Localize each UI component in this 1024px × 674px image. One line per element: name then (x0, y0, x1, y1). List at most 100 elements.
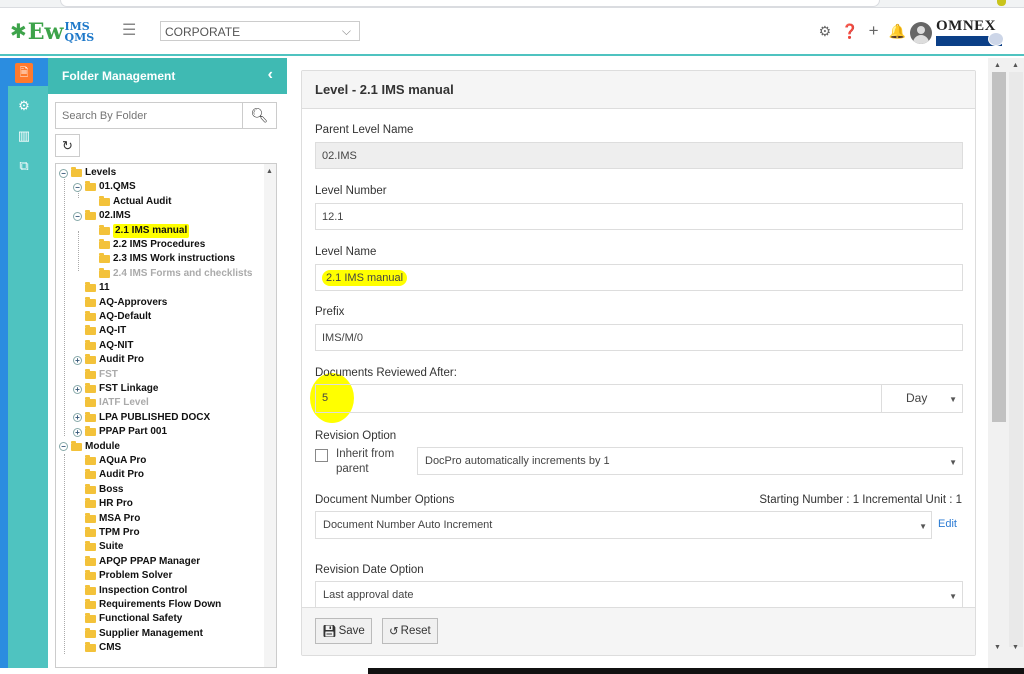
tree-item[interactable]: + FST Linkage (73, 382, 158, 396)
expand-toggle-icon[interactable]: + (73, 355, 82, 365)
tree-item[interactable]: Boss (85, 483, 123, 497)
reviewed-after-field[interactable]: 5 (315, 384, 963, 413)
tree-item[interactable]: Actual Audit (99, 195, 172, 209)
tree-item[interactable]: HR Pro (85, 497, 133, 511)
collapse-toggle-icon[interactable]: − (73, 211, 82, 221)
plus-icon[interactable]: + (869, 21, 879, 41)
tree-item[interactable]: Requirements Flow Down (85, 598, 221, 612)
save-button[interactable]: 💾︎ Save (315, 618, 372, 644)
expand-toggle-icon[interactable]: + (73, 413, 82, 423)
extension-icon[interactable] (997, 0, 1006, 6)
reviewed-unit-select[interactable]: Day ▼ (881, 384, 963, 413)
tree-item[interactable]: MSA Pro (85, 512, 140, 526)
tree-item[interactable]: IATF Level (85, 396, 149, 410)
collapse-panel-icon[interactable]: ‹ (268, 66, 273, 84)
folder-icon (85, 498, 96, 509)
taskbar-strip (0, 668, 1024, 674)
tree-item-label: AQ-NIT (99, 339, 134, 351)
page-scrollbar[interactable]: ▲ ▼ ▲ ▼ (988, 58, 1024, 674)
hamburger-menu-icon[interactable]: ☰ (122, 20, 136, 40)
level-name-field[interactable]: 2.1 IMS manual (315, 264, 963, 291)
tree-item[interactable]: AQ-Approvers (85, 296, 167, 310)
rail-settings[interactable]: ⚙ (0, 92, 48, 120)
prefix-field[interactable]: IMS/M/0 (315, 324, 963, 351)
expand-toggle-icon[interactable]: + (73, 384, 82, 394)
scrollbar-thumb[interactable] (992, 72, 1006, 422)
user-avatar[interactable] (910, 22, 932, 44)
reviewed-unit-value: Day (906, 391, 928, 405)
collapse-toggle-icon[interactable]: − (59, 168, 68, 178)
refresh-button[interactable]: ↻ (55, 134, 80, 157)
tree-item[interactable]: AQ-Default (85, 310, 151, 324)
tree-item[interactable]: + PPAP Part 001 (73, 425, 167, 439)
inherit-checkbox[interactable] (315, 449, 328, 462)
level-name-label: Level Name (315, 246, 377, 258)
tree-item[interactable]: − Levels (59, 166, 116, 180)
collapse-toggle-icon[interactable]: − (73, 182, 82, 192)
tree-item[interactable]: − 02.IMS (73, 209, 131, 223)
browser-address-bar[interactable] (60, 0, 880, 7)
gear-icon[interactable]: ⚙ (819, 23, 832, 40)
revision-option-value: DocPro automatically increments by 1 (425, 455, 610, 467)
tree-item[interactable]: AQ-IT (85, 324, 126, 338)
revision-option-select[interactable]: DocPro automatically increments by 1 ▼ (417, 447, 963, 475)
omnex-logo: OMNEX (936, 18, 1004, 46)
tree-item[interactable]: AQ-NIT (85, 339, 133, 353)
outer-scroll-up-icon[interactable]: ▲ (1012, 62, 1019, 69)
outer-scroll-track[interactable] (1009, 72, 1023, 647)
level-name-value: 2.1 IMS manual (322, 270, 408, 286)
parent-level-field: 02.IMS (315, 142, 963, 169)
tree-item[interactable]: APQP PPAP Manager (85, 555, 200, 569)
tree-item[interactable]: − Module (59, 440, 120, 454)
tree-item[interactable]: 2.4 IMS Forms and checklists (99, 267, 253, 281)
tree-item[interactable]: Functional Safety (85, 612, 182, 626)
tree-item[interactable]: Supplier Management (85, 627, 203, 641)
tree-item[interactable]: 2.3 IMS Work instructions (99, 252, 235, 266)
help-icon[interactable]: ❓ (841, 23, 858, 40)
collapse-toggle-icon[interactable]: − (59, 442, 68, 452)
rail-copy[interactable]: ⧉ (0, 152, 48, 180)
tree-item[interactable]: AQuA Pro (85, 454, 146, 468)
tree-item[interactable]: Inspection Control (85, 584, 187, 598)
rail-building[interactable]: ▥ (0, 122, 48, 150)
scroll-up-icon[interactable]: ▲ (994, 62, 1001, 69)
expand-toggle-icon[interactable]: + (73, 427, 82, 437)
tree-item[interactable]: Audit Pro (85, 468, 144, 482)
tree-item[interactable]: − 01.QMS (73, 180, 136, 194)
tree-item[interactable]: + LPA PUBLISHED DOCX (73, 411, 210, 425)
scroll-down-icon[interactable]: ▼ (994, 644, 1001, 651)
edit-link[interactable]: Edit (938, 518, 957, 530)
bell-icon[interactable]: 🔔 (889, 23, 906, 40)
tree-item[interactable]: CMS (85, 641, 121, 655)
tree-item[interactable]: Suite (85, 540, 123, 554)
save-icon: 💾︎ (322, 626, 337, 638)
company-select[interactable]: CORPORATE ⌵ (160, 21, 360, 41)
folder-icon (85, 426, 96, 437)
search-button[interactable]: 🔍︎ (242, 103, 276, 128)
ewqims-logo[interactable]: ✱ Ew IMS QMS (10, 18, 94, 46)
tree-item[interactable]: 2.2 IMS Procedures (99, 238, 205, 252)
tree-item-label: PPAP Part 001 (99, 426, 168, 438)
app-header: ✱ Ew IMS QMS ☰ CORPORATE ⌵ ⚙ ❓ + 🔔 OMNEX (0, 8, 1024, 56)
tree-item-label: 2.3 IMS Work instructions (113, 253, 236, 265)
cogs-icon: ⚙ (18, 98, 30, 113)
level-number-value: 12.1 (322, 211, 344, 223)
folder-search-input[interactable] (56, 103, 242, 128)
folder-icon (99, 195, 110, 206)
doc-number-select[interactable]: Document Number Auto Increment ▼ (315, 511, 932, 539)
tree-item[interactable]: TPM Pro (85, 526, 140, 540)
tree-item[interactable]: + Audit Pro (73, 353, 144, 367)
level-number-field[interactable]: 12.1 (315, 203, 963, 230)
tree-scrollbar[interactable] (264, 164, 276, 667)
folder-panel-header: Folder Management ‹ (48, 58, 287, 94)
reset-button[interactable]: ↺ Reset (382, 618, 438, 644)
tree-item[interactable]: Problem Solver (85, 569, 172, 583)
tree-item[interactable]: 2.1 IMS manual (99, 223, 190, 238)
tree-item[interactable]: 11 (85, 281, 110, 295)
refresh-icon: ↻ (62, 138, 73, 153)
outer-scroll-down-icon[interactable]: ▼ (1012, 644, 1019, 651)
rail-document-module[interactable]: 🗎 (0, 58, 48, 86)
tree-item[interactable]: FST (85, 368, 118, 382)
prefix-label: Prefix (315, 306, 345, 318)
revision-date-select[interactable]: Last approval date ▼ (315, 581, 963, 609)
